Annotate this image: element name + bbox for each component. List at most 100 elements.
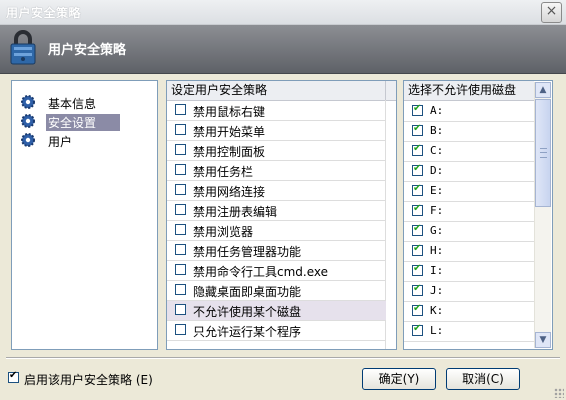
drive-label: F: — [430, 204, 444, 217]
policy-checkbox[interactable] — [175, 104, 186, 115]
drive-checkbox[interactable] — [412, 303, 423, 316]
drive-label: A: — [430, 104, 444, 117]
policy-checkbox[interactable] — [175, 284, 186, 295]
policy-row[interactable]: 隐藏桌面即桌面功能 — [167, 281, 386, 301]
drive-checkbox[interactable] — [412, 143, 423, 156]
drive-checkbox[interactable] — [412, 163, 423, 176]
nav-item-label: 安全设置 — [46, 114, 120, 131]
nav-tree: 基本信息 安全设置 用户 — [11, 80, 158, 350]
drive-row[interactable]: C: — [404, 141, 534, 162]
policy-row[interactable]: 禁用浏览器 — [167, 221, 386, 241]
drive-label: G: — [430, 224, 444, 237]
policy-column-header[interactable]: 设定用户安全策略 — [167, 81, 396, 101]
policy-row-highlighted[interactable]: 不允许使用某个磁盘 — [167, 301, 386, 321]
enable-policy-label: 启用该用户安全策略 (E) — [24, 373, 153, 387]
drive-header-label: 选择不允许使用磁盘 — [408, 83, 517, 97]
column-separator — [385, 81, 386, 100]
drive-scrollbar[interactable]: ▲ ▼ — [534, 82, 551, 348]
drive-row[interactable]: J: — [404, 281, 534, 302]
drive-checkbox[interactable] — [412, 123, 423, 136]
drive-row[interactable]: E: — [404, 181, 534, 202]
policy-checkbox[interactable] — [175, 264, 186, 275]
drive-checkbox[interactable] — [412, 243, 423, 256]
policy-list: 设定用户安全策略 禁用鼠标右键 禁用开始菜单 禁用控制面板 禁用任务栏 禁用网络… — [166, 80, 397, 350]
drive-row[interactable]: I: — [404, 261, 534, 282]
policy-row[interactable]: 禁用控制面板 — [167, 141, 386, 161]
policy-checkbox[interactable] — [175, 124, 186, 135]
drive-checkbox[interactable] — [412, 263, 423, 276]
policy-label: 禁用开始菜单 — [193, 125, 266, 139]
policy-row[interactable]: 禁用鼠标右键 — [167, 101, 386, 121]
drive-column-header[interactable]: 选择不允许使用磁盘 — [404, 81, 534, 101]
resize-grip-icon[interactable] — [554, 388, 564, 398]
scroll-up-arrow[interactable]: ▲ — [535, 82, 551, 98]
lock-icon — [10, 30, 36, 65]
policy-label: 禁用网络连接 — [193, 185, 266, 199]
policy-checkbox[interactable] — [175, 204, 186, 215]
policy-label: 只允许运行某个程序 — [193, 325, 302, 339]
policy-row[interactable]: 只允许运行某个程序 — [167, 321, 386, 341]
policy-label: 隐藏桌面即桌面功能 — [193, 285, 302, 299]
policy-label: 禁用任务栏 — [193, 165, 254, 179]
policy-checkbox[interactable] — [175, 244, 186, 255]
nav-item-basic-info[interactable]: 基本信息 — [18, 93, 146, 111]
drive-row[interactable]: H: — [404, 241, 534, 262]
policy-row[interactable]: 禁用任务栏 — [167, 161, 386, 181]
title-bar: 用户安全策略 × — [0, 0, 566, 25]
policy-row[interactable]: 禁用注册表编辑 — [167, 201, 386, 221]
drive-label: E: — [430, 184, 444, 197]
drive-row[interactable]: K: — [404, 301, 534, 322]
drive-checkbox[interactable] — [412, 183, 423, 196]
window-title: 用户安全策略 — [6, 6, 82, 20]
policy-label: 禁用鼠标右键 — [193, 105, 266, 119]
policy-label: 禁用任务管理器功能 — [193, 245, 302, 259]
drive-row[interactable]: D: — [404, 161, 534, 182]
close-button[interactable]: × — [541, 2, 562, 23]
policy-checkbox[interactable] — [175, 164, 186, 175]
nav-item-label: 基本信息 — [48, 97, 97, 111]
close-icon: × — [545, 3, 558, 19]
policy-checkbox[interactable] — [175, 184, 186, 195]
nav-item-label: 用户 — [48, 135, 73, 149]
policy-row[interactable]: 禁用网络连接 — [167, 181, 386, 201]
drive-checkbox[interactable] — [412, 103, 423, 116]
policy-checkbox[interactable] — [175, 144, 186, 155]
drive-row[interactable]: A: — [404, 101, 534, 122]
policy-checkbox[interactable] — [175, 304, 186, 315]
enable-checkbox-box[interactable] — [8, 370, 19, 383]
header-title: 用户安全策略 — [48, 43, 127, 58]
policy-label: 不允许使用某个磁盘 — [193, 305, 302, 319]
policy-label: 禁用命令行工具cmd.exe — [193, 265, 329, 279]
policy-row[interactable]: 禁用任务管理器功能 — [167, 241, 386, 261]
policy-label: 禁用控制面板 — [193, 145, 266, 159]
drive-label: K: — [430, 304, 444, 317]
drive-label: H: — [430, 244, 444, 257]
policy-row[interactable]: 禁用命令行工具cmd.exe — [167, 261, 386, 281]
drive-label: L: — [430, 324, 444, 337]
drive-label: I: — [430, 264, 444, 277]
policy-label: 禁用注册表编辑 — [193, 205, 278, 219]
drive-checkbox[interactable] — [412, 223, 423, 236]
policy-row[interactable]: 禁用开始菜单 — [167, 121, 386, 141]
drive-label: D: — [430, 164, 444, 177]
drive-row[interactable]: F: — [404, 201, 534, 222]
nav-item-users[interactable]: 用户 — [18, 131, 146, 149]
chevron-up-icon: ▲ — [539, 85, 547, 95]
ok-button[interactable]: 确定(Y) — [362, 368, 436, 390]
drive-checkbox[interactable] — [412, 203, 423, 216]
scroll-down-arrow[interactable]: ▼ — [535, 332, 551, 348]
drive-row[interactable]: B: — [404, 121, 534, 142]
policy-label: 禁用浏览器 — [193, 225, 254, 239]
drive-label: C: — [430, 144, 444, 157]
drive-checkbox[interactable] — [412, 323, 423, 336]
drive-row[interactable]: L: — [404, 321, 534, 342]
cancel-button[interactable]: 取消(C) — [446, 368, 520, 390]
policy-checkbox[interactable] — [175, 324, 186, 335]
nav-item-security-settings[interactable]: 安全设置 — [18, 112, 146, 131]
policy-header-label: 设定用户安全策略 — [171, 83, 268, 97]
chevron-down-icon: ▼ — [539, 335, 547, 345]
drive-checkbox[interactable] — [412, 283, 423, 296]
scroll-thumb[interactable] — [535, 99, 551, 207]
policy-checkbox[interactable] — [175, 224, 186, 235]
drive-row[interactable]: G: — [404, 221, 534, 242]
